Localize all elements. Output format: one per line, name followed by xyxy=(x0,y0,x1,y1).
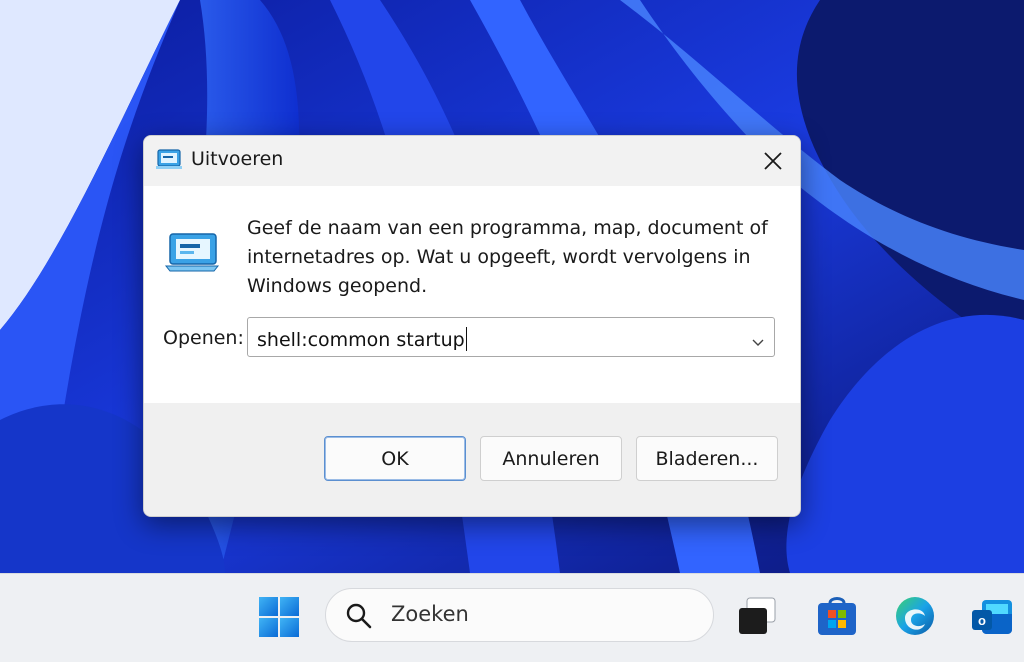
svg-text:o: o xyxy=(978,613,986,628)
outlook-icon: o xyxy=(972,600,1012,634)
outlook-button[interactable]: o xyxy=(970,594,1014,638)
open-input-value: shell:common startup xyxy=(257,329,465,351)
cancel-button[interactable]: Annuleren xyxy=(480,436,622,481)
ok-button[interactable]: OK xyxy=(324,436,466,481)
edge-button[interactable] xyxy=(893,594,937,638)
dialog-footer: OK Annuleren Bladeren... xyxy=(144,403,800,516)
task-view-icon xyxy=(739,597,776,634)
close-button[interactable] xyxy=(744,136,800,186)
dialog-description: Geef de naam van een programma, map, doc… xyxy=(247,217,768,297)
open-input[interactable]: shell:common startup xyxy=(257,327,467,351)
close-icon xyxy=(764,152,782,170)
dialog-titlebar[interactable]: Uitvoeren xyxy=(144,136,800,186)
dropdown-arrow[interactable] xyxy=(752,332,764,351)
microsoft-store-button[interactable] xyxy=(815,594,859,638)
open-combobox[interactable]: shell:common startup xyxy=(247,317,775,357)
taskbar-search[interactable]: Zoeken xyxy=(325,588,714,642)
taskbar: Zoeken o xyxy=(0,573,1024,662)
browse-button[interactable]: Bladeren... xyxy=(636,436,778,481)
windows-start-icon xyxy=(259,597,299,637)
microsoft-store-icon xyxy=(818,597,856,635)
run-dialog: Uitvoeren Geef de naam van een programma… xyxy=(143,135,801,517)
dialog-title: Uitvoeren xyxy=(191,148,284,170)
chevron-down-icon xyxy=(752,339,764,346)
start-button[interactable] xyxy=(258,596,300,638)
text-cursor xyxy=(465,327,467,351)
search-placeholder: Zoeken xyxy=(391,602,469,626)
open-label: Openen: xyxy=(163,327,244,349)
edge-icon xyxy=(896,597,934,635)
task-view-button[interactable] xyxy=(735,594,779,638)
run-program-icon xyxy=(164,232,220,272)
search-icon xyxy=(346,603,372,629)
run-icon xyxy=(156,148,182,170)
